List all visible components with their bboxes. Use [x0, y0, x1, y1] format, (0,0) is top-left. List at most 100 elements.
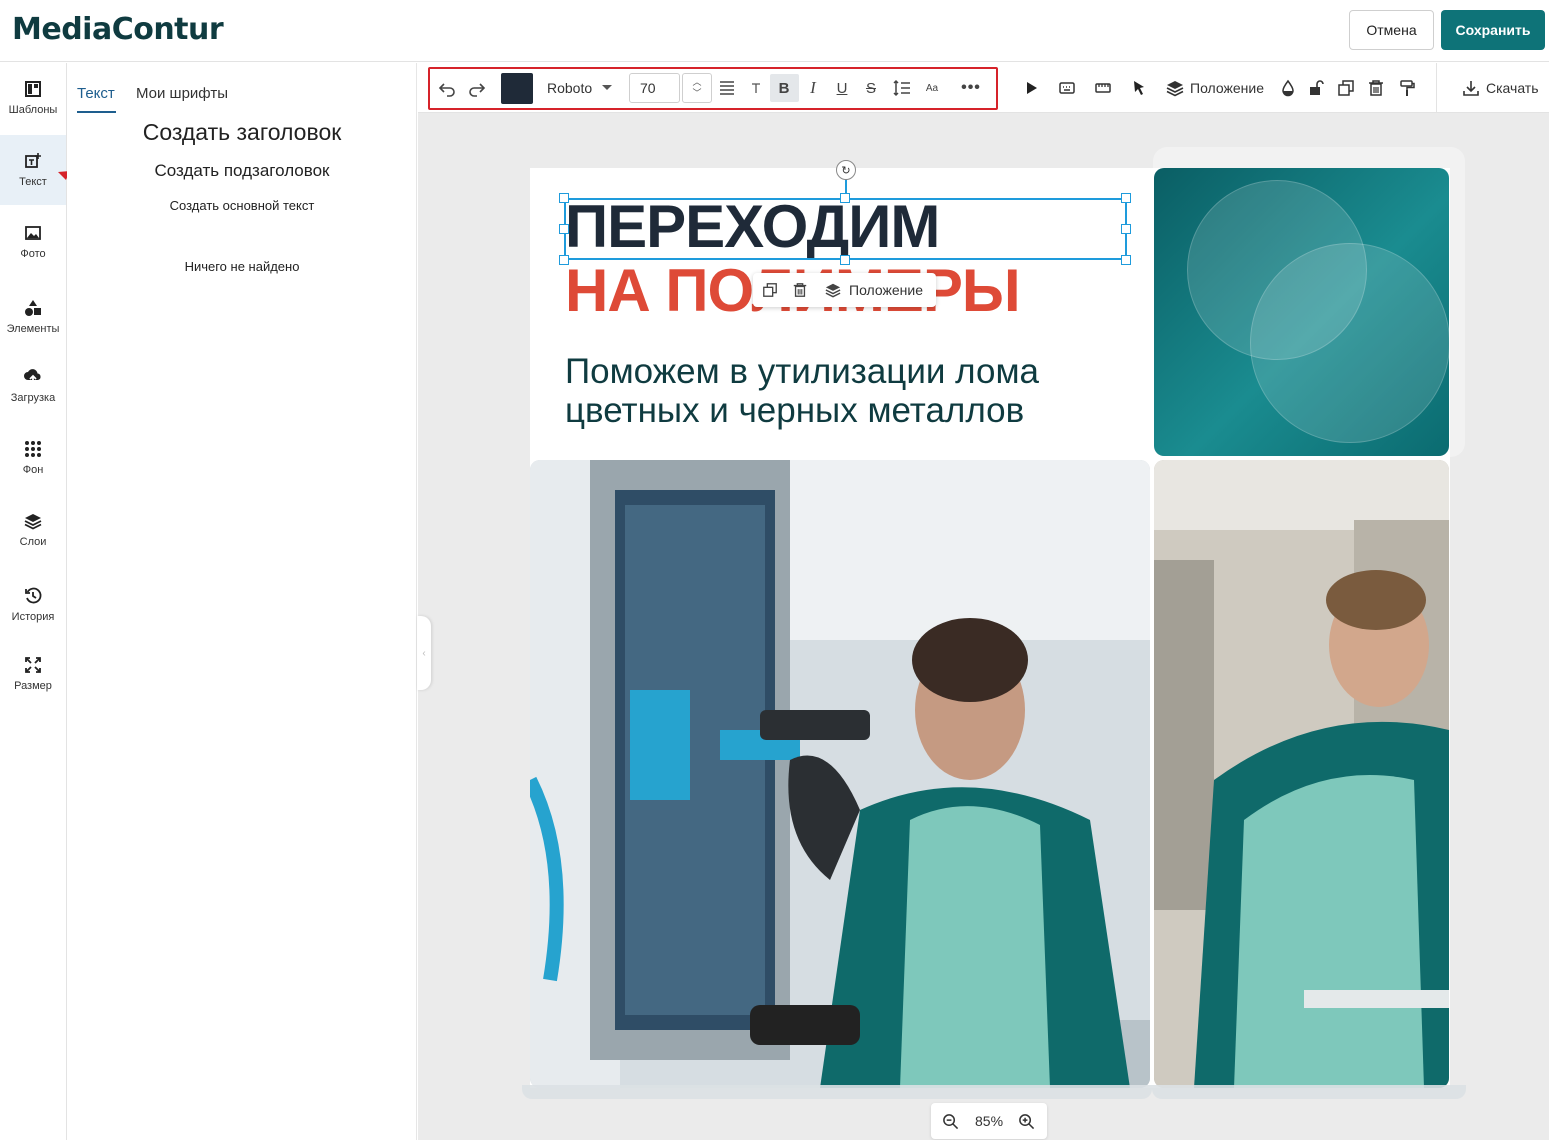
- keyboard-icon[interactable]: [1057, 78, 1077, 98]
- resize-handle[interactable]: [840, 193, 850, 203]
- rail-item-resize[interactable]: Размер: [0, 639, 66, 709]
- resize-handle[interactable]: [1121, 193, 1131, 203]
- resize-handle[interactable]: [840, 255, 850, 265]
- transparency-icon[interactable]: [1278, 78, 1298, 98]
- resize-handle[interactable]: [1121, 224, 1131, 234]
- circle-shape: [1250, 243, 1449, 443]
- add-subheading-button[interactable]: Создать подзаголовок: [67, 161, 417, 181]
- duplicate-icon[interactable]: [762, 282, 778, 298]
- chevron-down-icon[interactable]: [602, 85, 612, 90]
- trash-icon[interactable]: [1366, 78, 1386, 98]
- resize-handle[interactable]: [559, 255, 569, 265]
- rail-item-label: Фон: [22, 464, 44, 476]
- left-rail: Шаблоны Текст Фото Элементы Загрузка Фон…: [0, 63, 67, 1140]
- lab-photo-illustration: [530, 460, 1150, 1088]
- text-color-swatch[interactable]: [501, 73, 533, 104]
- panel-collapse-handle[interactable]: ‹: [417, 616, 431, 690]
- zoom-level: 85%: [975, 1113, 1004, 1129]
- rail-item-label: Фото: [20, 248, 46, 260]
- layers-icon[interactable]: [1165, 78, 1185, 98]
- resize-handle[interactable]: [1121, 255, 1131, 265]
- lab-worker-photo[interactable]: [530, 460, 1150, 1088]
- worker-man-photo[interactable]: [1154, 460, 1449, 1088]
- italic-icon[interactable]: I: [803, 78, 823, 98]
- ruler-icon[interactable]: [1093, 78, 1113, 98]
- save-button[interactable]: Сохранить: [1441, 10, 1545, 50]
- lock-icon[interactable]: [1306, 78, 1326, 98]
- photo-icon: [25, 226, 41, 240]
- redo-icon[interactable]: [467, 78, 487, 98]
- rail-item-history[interactable]: История: [0, 570, 66, 640]
- paint-roller-icon[interactable]: [1397, 78, 1417, 98]
- shapes-icon: [25, 300, 41, 316]
- chevron-up-icon[interactable]: ︿: [692, 77, 701, 88]
- context-position-button[interactable]: Положение: [849, 282, 923, 298]
- layers-icon: [24, 514, 42, 530]
- tab-underline: [77, 111, 116, 113]
- rail-item-layers[interactable]: Слои: [0, 495, 66, 565]
- tab-text[interactable]: Текст: [77, 85, 115, 102]
- layers-icon[interactable]: [825, 282, 841, 298]
- rail-item-label: Шаблоны: [8, 104, 58, 116]
- line-spacing-icon[interactable]: [892, 78, 912, 98]
- add-heading-button[interactable]: Создать заголовок: [67, 119, 417, 146]
- download-icon[interactable]: [1461, 78, 1481, 98]
- duplicate-icon[interactable]: [1336, 78, 1356, 98]
- photo-frame-bottom: [522, 1085, 1152, 1099]
- text-add-icon: [25, 153, 41, 168]
- text-panel: Текст Мои шрифты Создать заголовок Созда…: [67, 63, 417, 1140]
- text-transform-icon[interactable]: [746, 78, 766, 98]
- subtitle-text[interactable]: Поможем в утилизации лома цветных и черн…: [565, 352, 1125, 430]
- position-button[interactable]: Положение: [1190, 80, 1264, 96]
- background-dots-icon: [25, 441, 41, 457]
- letter-case-icon[interactable]: Aa: [922, 78, 942, 98]
- font-family-select[interactable]: Roboto: [547, 80, 592, 96]
- rail-item-templates[interactable]: Шаблоны: [0, 63, 66, 133]
- teal-gradient-image[interactable]: [1154, 168, 1449, 456]
- rail-item-upload[interactable]: Загрузка: [0, 351, 66, 421]
- element-context-menu: Положение: [753, 273, 936, 307]
- zoom-out-icon[interactable]: [942, 1113, 959, 1130]
- rail-item-label: Текст: [19, 176, 47, 188]
- toolbar-divider: [1436, 63, 1437, 113]
- chevron-down-icon[interactable]: ﹀: [692, 88, 701, 99]
- font-size-stepper[interactable]: ︿ ﹀: [682, 73, 712, 103]
- underline-icon[interactable]: U: [832, 78, 852, 98]
- templates-icon: [25, 81, 41, 97]
- zoom-in-icon[interactable]: [1018, 1113, 1035, 1130]
- undo-icon[interactable]: [437, 78, 457, 98]
- play-animation-icon[interactable]: [1021, 78, 1041, 98]
- rail-item-label: История: [11, 611, 55, 623]
- rail-item-label: Размер: [14, 680, 52, 692]
- app-logo: MediaContur: [12, 12, 224, 47]
- selection-box[interactable]: [564, 198, 1127, 260]
- resize-handle[interactable]: [559, 193, 569, 203]
- rail-item-background[interactable]: Фон: [0, 423, 66, 493]
- more-options-icon[interactable]: •••: [961, 78, 981, 98]
- align-justify-icon[interactable]: [717, 78, 737, 98]
- cancel-button[interactable]: Отмена: [1349, 10, 1434, 50]
- rail-item-label: Загрузка: [10, 392, 56, 404]
- rail-item-photo[interactable]: Фото: [0, 207, 66, 277]
- download-button[interactable]: Скачать: [1486, 80, 1539, 96]
- zoom-control: 85%: [931, 1103, 1047, 1139]
- rail-item-elements[interactable]: Элементы: [0, 282, 66, 352]
- rail-item-label: Элементы: [6, 323, 60, 335]
- rail-item-label: Слои: [19, 536, 47, 548]
- resize-handle[interactable]: [559, 224, 569, 234]
- resize-icon: [25, 657, 41, 673]
- empty-message: Ничего не найдено: [184, 259, 300, 274]
- worker-photo-illustration: [1154, 460, 1449, 1088]
- add-body-text-button[interactable]: Создать основной текст: [67, 198, 417, 213]
- rotate-icon[interactable]: ↻: [836, 160, 856, 180]
- select-cursor-icon[interactable]: [1130, 78, 1150, 98]
- trash-icon[interactable]: [792, 282, 808, 298]
- app-header: MediaContur Отмена Сохранить: [0, 0, 1549, 62]
- photo-frame-bottom: [1152, 1085, 1466, 1099]
- history-icon: [25, 587, 42, 604]
- upload-icon: [24, 369, 41, 385]
- tab-my-fonts[interactable]: Мои шрифты: [136, 85, 228, 102]
- strikethrough-icon[interactable]: S: [861, 78, 881, 98]
- font-size-input[interactable]: 70: [629, 73, 680, 103]
- bold-icon[interactable]: B: [774, 78, 794, 98]
